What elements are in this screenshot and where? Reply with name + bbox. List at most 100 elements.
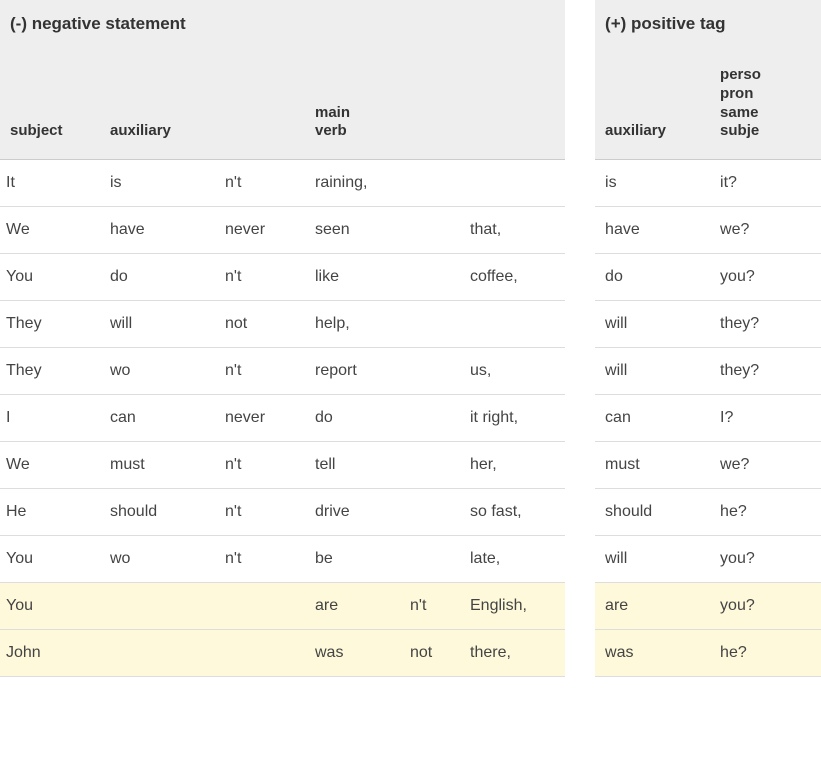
cell-extra2: English, [460,583,565,630]
cell-pron: he? [710,630,821,677]
table-row: Youwon'tbelate,willyou? [0,536,821,583]
cell-extra2: late, [460,536,565,583]
cell-aux1: do [100,254,215,301]
cell-main: tell [305,442,400,489]
cell-main: was [305,630,400,677]
cell-extra2: that, [460,207,565,254]
cell-pron: you? [710,583,821,630]
cell-subject: You [0,536,100,583]
cell-gap [565,630,595,677]
cell-pron: they? [710,301,821,348]
cell-aux1: have [100,207,215,254]
cell-neg: never [215,395,305,442]
cell-subject: John [0,630,100,677]
cell-pron: he? [710,489,821,536]
cell-main: like [305,254,400,301]
cell-extra1 [400,160,460,207]
cell-subject: We [0,442,100,489]
cell-extra2: coffee, [460,254,565,301]
cell-extra1: n't [400,583,460,630]
cell-extra1: not [400,630,460,677]
cell-gap [565,489,595,536]
cell-aux1: should [100,489,215,536]
cell-aux2: will [595,301,710,348]
cell-gap [565,395,595,442]
col-gap [565,48,595,160]
cell-neg: n't [215,489,305,536]
col-pron: persopronsamesubje [710,48,821,160]
table-row: Youaren'tEnglish,areyou? [0,583,821,630]
cell-extra1 [400,301,460,348]
group-header-positive: (+) positive tag [595,0,821,48]
col-extra1 [400,48,460,160]
cell-extra1 [400,536,460,583]
table-row: Wemustn'ttellher,mustwe? [0,442,821,489]
cell-aux1: is [100,160,215,207]
cell-subject: You [0,583,100,630]
cell-neg: not [215,301,305,348]
cell-extra2: us, [460,348,565,395]
table-row: Theywillnothelp,willthey? [0,301,821,348]
cell-extra2 [460,160,565,207]
cell-gap [565,207,595,254]
cell-aux2: are [595,583,710,630]
cell-subject: I [0,395,100,442]
table-row: Heshouldn'tdriveso fast,shouldhe? [0,489,821,536]
col-main: mainverb [305,48,400,160]
cell-gap [565,442,595,489]
cell-subject: They [0,348,100,395]
cell-pron: I? [710,395,821,442]
cell-aux2: must [595,442,710,489]
cell-main: are [305,583,400,630]
cell-subject: We [0,207,100,254]
table-body: Itisn'training,isit?Wehaveneverseenthat,… [0,160,821,677]
table-row: Icanneverdoit right,canI? [0,395,821,442]
cell-pron: we? [710,442,821,489]
cell-extra2: it right, [460,395,565,442]
cell-gap [565,536,595,583]
cell-pron: we? [710,207,821,254]
cell-pron: it? [710,160,821,207]
cell-aux1: will [100,301,215,348]
cell-neg: never [215,207,305,254]
cell-neg: n't [215,160,305,207]
cell-neg: n't [215,254,305,301]
cell-aux1: wo [100,348,215,395]
cell-extra1 [400,207,460,254]
cell-gap [565,254,595,301]
table-row: Theywon'treportus,willthey? [0,348,821,395]
cell-main: seen [305,207,400,254]
cell-aux2: have [595,207,710,254]
cell-neg: n't [215,348,305,395]
cell-extra1 [400,348,460,395]
cell-subject: They [0,301,100,348]
cell-main: raining, [305,160,400,207]
table-container: (-) negative statement (+) positive tag … [0,0,821,677]
cell-aux1: can [100,395,215,442]
cell-extra1 [400,489,460,536]
cell-aux2: can [595,395,710,442]
cell-aux2: do [595,254,710,301]
cell-extra2: so fast, [460,489,565,536]
col-extra2 [460,48,565,160]
cell-main: be [305,536,400,583]
cell-extra2: her, [460,442,565,489]
cell-main: help, [305,301,400,348]
cell-extra1 [400,395,460,442]
cell-aux2: should [595,489,710,536]
cell-neg [215,583,305,630]
table-row: Itisn'training,isit? [0,160,821,207]
col-subject: subject [0,48,100,160]
cell-subject: It [0,160,100,207]
cell-pron: you? [710,536,821,583]
cell-aux1: wo [100,536,215,583]
cell-main: drive [305,489,400,536]
col-aux1: auxiliary [100,48,215,160]
table-row: Johnwasnotthere,washe? [0,630,821,677]
cell-aux2: was [595,630,710,677]
cell-gap [565,160,595,207]
cell-neg: n't [215,442,305,489]
cell-pron: you? [710,254,821,301]
cell-gap [565,348,595,395]
cell-neg [215,630,305,677]
